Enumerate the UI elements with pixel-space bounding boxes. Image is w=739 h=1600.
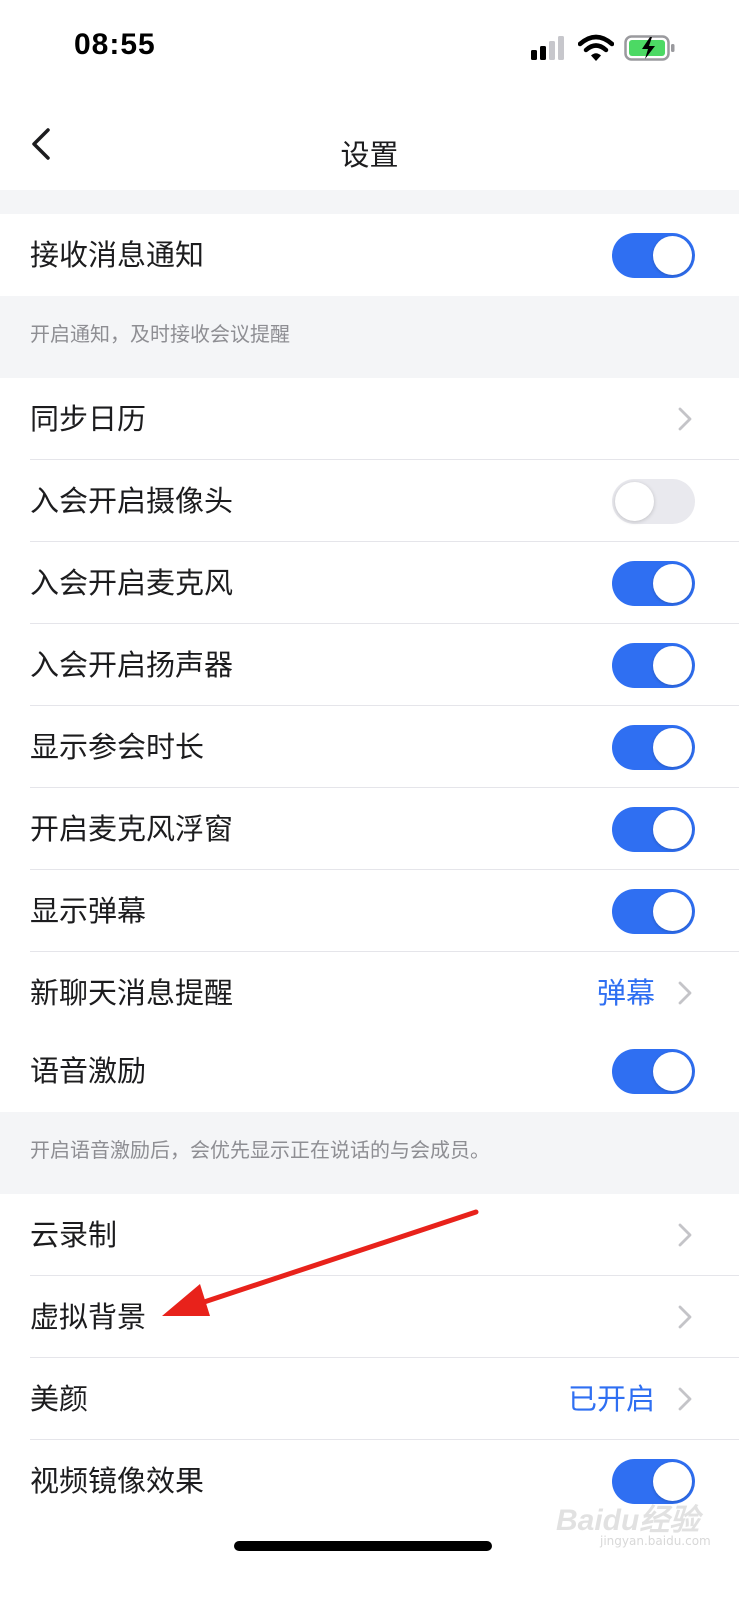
settings-row-camera-on-join: 入会开启摄像头	[0, 460, 739, 542]
row-label: 显示弹幕	[30, 894, 147, 928]
row-label: 接收消息通知	[30, 238, 205, 272]
row-label: 虚拟背景	[30, 1300, 147, 1334]
settings-row-mic-floating-window: 开启麦克风浮窗	[0, 788, 739, 870]
baidu-watermark: Baidu经验	[556, 1504, 700, 1537]
notification-note: 开启通知，及时接收会议提醒	[30, 322, 290, 346]
group-spacer	[0, 190, 739, 214]
mic-floating-window-toggle[interactable]	[612, 807, 695, 852]
row-label: 美颜	[30, 1382, 89, 1416]
row-label: 同步日历	[30, 402, 147, 436]
row-label: 云录制	[30, 1218, 118, 1252]
row-value: 已开启	[567, 1382, 655, 1416]
voice-motivation-toggle[interactable]	[612, 1049, 695, 1094]
row-label: 入会开启扬声器	[30, 648, 234, 682]
settings-row-beauty[interactable]: 美颜 已开启	[0, 1358, 739, 1440]
chevron-right-icon	[678, 1305, 692, 1329]
chevron-right-icon	[678, 1387, 692, 1411]
row-value: 弹幕	[596, 976, 655, 1010]
chevron-right-icon	[678, 407, 692, 431]
nav-bar: 设置	[0, 96, 739, 190]
annotation-arrow	[162, 1209, 479, 1316]
page-title: 设置	[340, 138, 399, 172]
message-notification-toggle[interactable]	[612, 233, 695, 278]
settings-row-message-notification: 接收消息通知	[0, 214, 739, 296]
cellular-signal-icon	[531, 36, 564, 60]
row-label: 入会开启摄像头	[30, 484, 234, 518]
row-label: 显示参会时长	[30, 730, 205, 764]
row-label: 入会开启麦克风	[30, 566, 234, 600]
settings-row-sync-calendar[interactable]: 同步日历	[0, 378, 739, 460]
chevron-right-icon	[678, 1223, 692, 1247]
status-time: 08:55	[74, 28, 156, 61]
settings-row-speaker-on-join: 入会开启扬声器	[0, 624, 739, 706]
home-indicator[interactable]	[234, 1541, 492, 1551]
voice-motivation-note: 开启语音激励后，会优先显示正在说话的与会成员。	[30, 1138, 490, 1162]
camera-on-join-toggle[interactable]	[612, 479, 695, 524]
row-label: 新聊天消息提醒	[30, 976, 234, 1010]
row-label: 开启麦克风浮窗	[30, 812, 234, 846]
settings-row-show-danmaku: 显示弹幕	[0, 870, 739, 952]
group-note-band: 开启语音激励后，会优先显示正在说话的与会成员。	[0, 1112, 739, 1194]
settings-row-voice-motivation: 语音激励	[0, 1030, 739, 1112]
settings-row-mic-on-join: 入会开启麦克风	[0, 542, 739, 624]
battery-charging-icon	[624, 35, 675, 61]
show-danmaku-toggle[interactable]	[612, 889, 695, 934]
mic-on-join-toggle[interactable]	[612, 561, 695, 606]
baidu-watermark-url: jingyan.baidu.com	[600, 1534, 711, 1548]
settings-row-show-meeting-duration: 显示参会时长	[0, 706, 739, 788]
settings-row-new-chat-reminder[interactable]: 新聊天消息提醒 弹幕	[0, 952, 739, 1034]
speaker-on-join-toggle[interactable]	[612, 643, 695, 688]
wifi-icon	[578, 34, 614, 61]
status-bar: 08:55	[0, 0, 739, 96]
chevron-right-icon	[678, 981, 692, 1005]
row-label: 语音激励	[30, 1054, 147, 1088]
group-note-band: 开启通知，及时接收会议提醒	[0, 296, 739, 378]
show-meeting-duration-toggle[interactable]	[612, 725, 695, 770]
row-label: 视频镜像效果	[30, 1464, 205, 1498]
